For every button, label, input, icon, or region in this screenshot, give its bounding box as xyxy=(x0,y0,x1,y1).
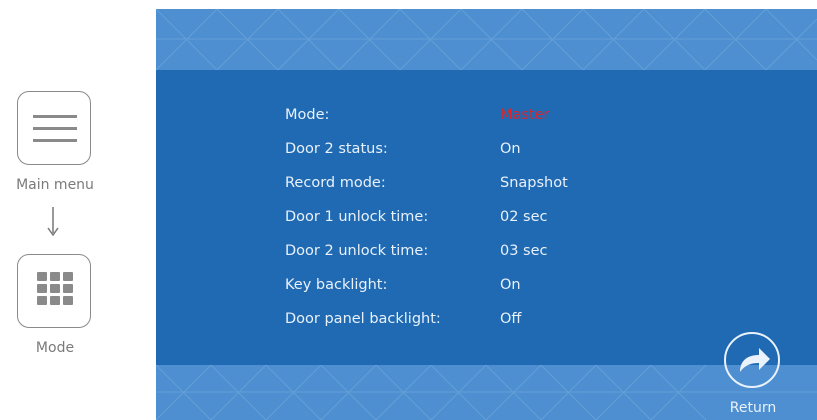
setting-value[interactable]: On xyxy=(500,277,521,293)
lattice-pattern xyxy=(156,9,817,70)
setting-value[interactable]: 02 sec xyxy=(500,209,548,225)
setting-row-record-mode: Record mode: Snapshot xyxy=(156,175,817,197)
settings-panel: Mode: Master Door 2 status: On Record mo… xyxy=(156,70,817,365)
setting-row-door2-unlock: Door 2 unlock time: 03 sec xyxy=(156,243,817,265)
setting-label: Door 2 status: xyxy=(285,141,388,157)
setting-label: Door panel backlight: xyxy=(285,311,441,327)
setting-value[interactable]: Snapshot xyxy=(500,175,568,191)
device-screen: Mode: Master Door 2 status: On Record mo… xyxy=(156,9,817,420)
setting-value[interactable]: Master xyxy=(500,107,550,123)
setting-label: Door 2 unlock time: xyxy=(285,243,429,259)
main-menu-label: Main menu xyxy=(16,177,94,193)
return-arrow-icon xyxy=(740,348,770,372)
hamburger-icon xyxy=(33,115,77,142)
setting-value[interactable]: 03 sec xyxy=(500,243,548,259)
mode-label: Mode xyxy=(35,340,75,356)
grid-icon xyxy=(37,272,73,305)
setting-label: Mode: xyxy=(285,107,330,123)
setting-row-mode: Mode: Master xyxy=(156,107,817,129)
setting-row-door-panel-backlight: Door panel backlight: Off xyxy=(156,311,817,333)
setting-row-door1-unlock: Door 1 unlock time: 02 sec xyxy=(156,209,817,231)
setting-value[interactable]: Off xyxy=(500,311,521,327)
return-button[interactable] xyxy=(724,332,780,388)
mode-button[interactable] xyxy=(17,254,91,328)
top-decorative-band xyxy=(156,9,817,70)
sidebar: Main menu Mode xyxy=(0,0,155,420)
return-label: Return xyxy=(729,400,777,416)
setting-row-door2-status: Door 2 status: On xyxy=(156,141,817,163)
main-menu-button[interactable] xyxy=(17,91,91,165)
arrow-down-icon xyxy=(47,207,59,237)
setting-label: Record mode: xyxy=(285,175,386,191)
setting-label: Door 1 unlock time: xyxy=(285,209,429,225)
setting-row-key-backlight: Key backlight: On xyxy=(156,277,817,299)
setting-value[interactable]: On xyxy=(500,141,521,157)
setting-label: Key backlight: xyxy=(285,277,388,293)
